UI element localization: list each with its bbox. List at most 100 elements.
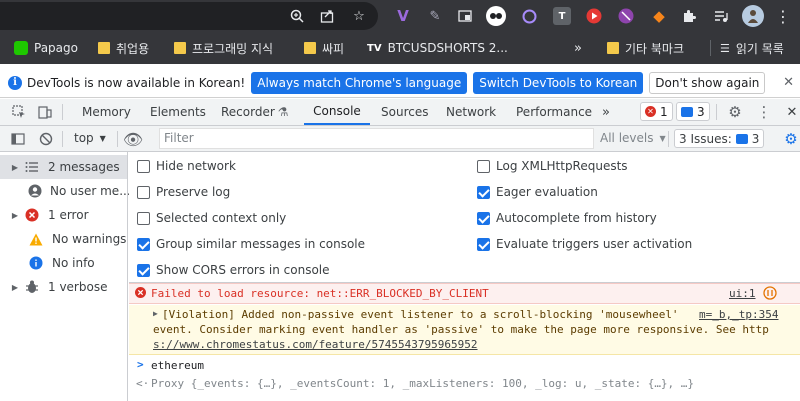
bookmark-folder-ssafy[interactable]: 싸피	[304, 40, 344, 56]
t-extension-icon[interactable]: T	[553, 7, 571, 25]
group-similar-checkbox[interactable]: Group similar messages in console	[137, 235, 365, 253]
close-devtools-icon[interactable]: ✕	[783, 103, 800, 121]
message-icon	[735, 133, 748, 144]
show-cors-errors-checkbox[interactable]: Show CORS errors in console	[137, 261, 330, 279]
issues-button[interactable]: 3 Issues: 3	[674, 129, 765, 148]
levels-label: All levels	[600, 131, 654, 145]
toolbar-divider	[668, 131, 669, 147]
violation-source-link[interactable]: m=_b,_tp:354	[699, 308, 778, 321]
autocomplete-history-checkbox[interactable]: Autocomplete from history	[477, 209, 657, 227]
checkbox-box	[137, 211, 150, 225]
tab-memory[interactable]: Memory	[82, 99, 131, 125]
bookmarks-bar: Papago 취업용 프로그래밍 지식 싸피 TV BTCUSDSHORTS 2…	[0, 32, 800, 64]
list-icon	[24, 159, 40, 175]
device-toolbar-icon[interactable]	[36, 103, 54, 121]
more-tabs-button[interactable]: »	[602, 99, 610, 125]
tab-recorder[interactable]: Recorder ⚗	[221, 99, 289, 125]
error-count-badge[interactable]: ✕ 1	[640, 102, 673, 121]
sidebar-item-verbose[interactable]: ▶ 1 verbose	[0, 275, 127, 299]
kebab-menu-icon[interactable]: ⋮	[755, 103, 773, 121]
eager-eval-preview: <· Proxy {_events: {…}, _eventsCount: 1,…	[129, 375, 800, 395]
preserve-log-checkbox[interactable]: Preserve log	[137, 183, 230, 201]
checkbox-label: Eager evaluation	[496, 185, 598, 199]
bookmark-papago[interactable]: Papago	[14, 40, 78, 56]
circle-extension-icon[interactable]	[520, 7, 538, 25]
sidebar-item-errors[interactable]: ▶ 1 error	[0, 203, 127, 227]
media-playlist-icon[interactable]	[712, 7, 730, 25]
error-source-link[interactable]: ui:1	[729, 287, 756, 300]
error-icon: ✕	[645, 106, 656, 117]
expand-triangle-icon: ▶	[11, 162, 19, 172]
sidebar-item-label: No info	[52, 256, 95, 270]
checkbox-box	[477, 211, 490, 225]
log-xhr-checkbox[interactable]: Log XMLHttpRequests	[477, 157, 628, 175]
tab-sources[interactable]: Sources	[381, 99, 428, 125]
always-match-language-button[interactable]: Always match Chrome's language	[251, 71, 468, 94]
bookmarks-divider	[710, 40, 711, 56]
dont-show-again-button[interactable]: Don't show again	[649, 71, 766, 94]
sidebar-item-warnings[interactable]: No warnings	[0, 227, 127, 251]
expand-triangle-icon[interactable]: ▶	[153, 309, 158, 318]
checkbox-label: Group similar messages in console	[156, 237, 365, 251]
bookmark-label: BTCUSDSHORTS 2...	[387, 41, 508, 55]
console-input-row[interactable]: > ethereum	[129, 357, 800, 375]
infobar-message: DevTools is now available in Korean!	[27, 75, 246, 90]
bookmark-folder-programming[interactable]: 프로그래밍 지식	[174, 40, 273, 56]
gear-icon[interactable]: ⚙	[726, 103, 744, 121]
reading-list-label: 읽기 목록	[735, 41, 784, 56]
metamask-fox-icon[interactable]: ◆	[650, 7, 668, 25]
checkbox-label: Evaluate triggers user activation	[496, 237, 693, 251]
sidebar-item-user-messages[interactable]: No user me...	[0, 179, 131, 203]
reading-list-icon: ☰	[720, 41, 730, 55]
console-toolbar: top ▼ 👁 Filter All levels ▼ 3 Issues: 3 …	[0, 126, 800, 152]
block-extension-icon[interactable]	[617, 7, 635, 25]
tab-network[interactable]: Network	[446, 99, 496, 125]
puzzle-extensions-icon[interactable]	[680, 7, 698, 25]
tab-divider	[716, 104, 717, 120]
star-bookmark-icon[interactable]: ☆	[350, 7, 368, 25]
console-input-text[interactable]: ethereum	[151, 359, 204, 372]
bookmark-folder-job[interactable]: 취업용	[98, 40, 149, 56]
profile-avatar-icon[interactable]	[742, 5, 764, 27]
v-extension-icon[interactable]: V	[394, 7, 412, 25]
sidebar-toggle-icon[interactable]	[9, 130, 27, 148]
kebab-menu-icon[interactable]: ⋮	[774, 7, 792, 26]
close-icon[interactable]: ✕	[783, 75, 794, 90]
hide-network-checkbox[interactable]: Hide network	[137, 157, 236, 175]
inspect-element-icon[interactable]	[10, 103, 28, 121]
message-count-badge[interactable]: 3	[676, 102, 710, 121]
sidebar-item-messages[interactable]: ▶ 2 messages	[0, 155, 127, 179]
log-levels-dropdown[interactable]: All levels ▼	[600, 131, 666, 145]
search-issue-icon[interactable]	[763, 286, 777, 303]
reading-list-button[interactable]: ☰ 읽기 목록	[720, 40, 784, 56]
bookmark-btcusdshorts[interactable]: TV BTCUSDSHORTS 2...	[367, 40, 508, 56]
sidebar-item-label: 2 messages	[48, 160, 120, 174]
clear-console-icon[interactable]	[37, 130, 55, 148]
filter-input[interactable]: Filter	[159, 128, 594, 149]
tab-elements[interactable]: Elements	[150, 99, 206, 125]
sidebar-item-info[interactable]: No info	[0, 251, 127, 275]
checkbox-label: Preserve log	[156, 185, 231, 199]
bookmark-folder-other[interactable]: 기타 북마크	[607, 40, 684, 56]
flask-icon: ⚗	[277, 105, 289, 119]
tab-console[interactable]: Console	[304, 99, 370, 125]
error-icon	[24, 207, 40, 223]
eye-live-expression-icon[interactable]: 👁	[123, 130, 143, 149]
switch-to-korean-button[interactable]: Switch DevTools to Korean	[473, 71, 644, 94]
zoom-icon[interactable]	[288, 7, 306, 25]
selected-context-only-checkbox[interactable]: Selected context only	[137, 209, 286, 227]
pen-extension-icon[interactable]: ✎	[426, 7, 444, 25]
tab-performance[interactable]: Performance	[516, 99, 592, 125]
share-icon[interactable]	[318, 7, 336, 25]
chromestatus-link[interactable]: s://www.chromestatus.com/feature/5745543…	[153, 338, 478, 351]
eager-evaluation-checkbox[interactable]: Eager evaluation	[477, 183, 598, 201]
bookmarks-overflow-button[interactable]: »	[574, 40, 582, 56]
violation-message-row[interactable]: ▶ [Violation] Added non-passive event li…	[129, 305, 800, 355]
warning-icon	[28, 231, 44, 247]
play-extension-icon[interactable]	[585, 7, 603, 25]
mask-extension-icon[interactable]	[486, 6, 506, 26]
context-selector[interactable]: top ▼	[74, 131, 106, 145]
window-extension-icon[interactable]	[456, 7, 474, 25]
evaluate-triggers-activation-checkbox[interactable]: Evaluate triggers user activation	[477, 235, 692, 253]
console-settings-gear-icon[interactable]: ⚙	[782, 130, 800, 148]
